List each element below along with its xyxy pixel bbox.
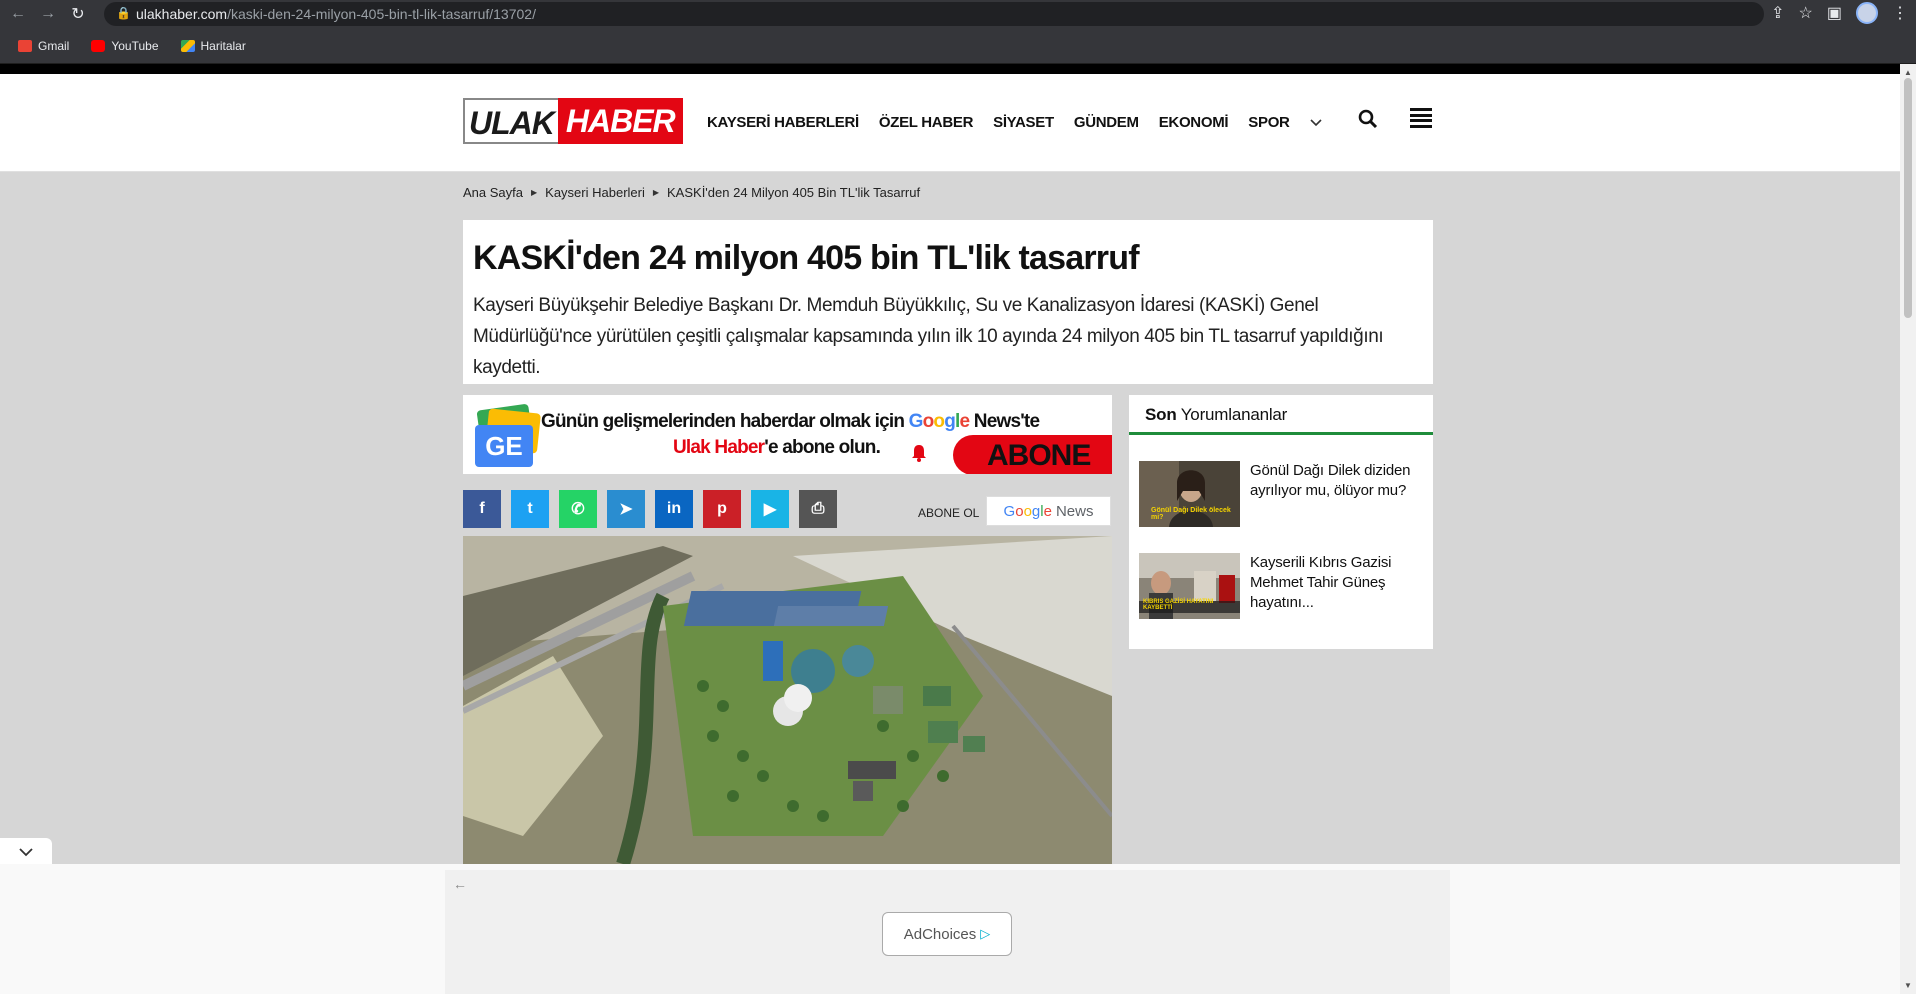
site-header: ULAK HABER KAYSERİ HABERLERİ ÖZEL HABER S… xyxy=(0,74,1900,172)
chevron-right-icon: ▶ xyxy=(652,188,660,197)
nav-kayseri-haberleri[interactable]: KAYSERİ HABERLERİ xyxy=(707,114,859,131)
page-scrollbar[interactable]: ▲ ▼ xyxy=(1900,64,1916,994)
abone-ol-button[interactable]: ABONE OL xyxy=(953,435,1112,474)
article-title: KASKİ'den 24 milyon 405 bin TL'lik tasar… xyxy=(473,239,1140,277)
main-nav: KAYSERİ HABERLERİ ÖZEL HABER SİYASET GÜN… xyxy=(707,114,1322,131)
breadcrumb: Ana Sayfa ▶ Kayseri Haberleri ▶ KASKİ'de… xyxy=(463,185,920,200)
google-word: Google xyxy=(1003,502,1052,520)
chevron-right-icon: ▶ xyxy=(531,188,538,197)
bell-icon xyxy=(909,443,929,463)
arrow-left-icon[interactable]: ← xyxy=(453,876,467,892)
sidebar-item[interactable]: Gönül Dağı Dilek ölecek mi? Gönül Dağı D… xyxy=(1139,461,1423,527)
bookmark-gmail[interactable]: Gmail xyxy=(10,35,77,57)
google-news-banner[interactable]: GE Günün gelişmelerinden haberdar olmak … xyxy=(463,395,1112,474)
hamburger-menu-icon[interactable] xyxy=(1410,108,1432,128)
abone-label: ABONE OL xyxy=(918,506,980,520)
site-logo[interactable]: ULAK HABER xyxy=(463,98,683,144)
banner-line1: Günün gelişmelerinden haberdar olmak içi… xyxy=(541,411,1040,432)
browser-toolbar: ← → ↻ 🔒 ulakhaber.com/kaski-den-24-milyo… xyxy=(0,0,1916,28)
lock-icon: 🔒 xyxy=(116,6,131,20)
reload-icon[interactable]: ↻ xyxy=(66,2,90,26)
ad-container: ← AdChoices ▷ xyxy=(445,870,1450,994)
profile-avatar[interactable] xyxy=(1856,2,1878,24)
nav-spor[interactable]: SPOR xyxy=(1248,114,1290,131)
gmail-icon xyxy=(18,39,32,52)
ad-collapse-toggle[interactable] xyxy=(0,838,52,866)
url-path: /kaski-den-24-milyon-405-bin-tl-lik-tasa… xyxy=(227,6,536,22)
sidebar-item-title[interactable]: Gönül Dağı Dilek diziden ayrılıyor mu, ö… xyxy=(1250,461,1423,527)
sidebar-recent-comments: Son Yorumlananlar Gönül Dağı Dilek ölece… xyxy=(1129,395,1433,649)
google-play-share-icon[interactable]: ▶ xyxy=(751,490,789,528)
print-share-icon[interactable]: ⎙ xyxy=(799,490,837,528)
banner-line2: Ulak Haber'e abone olun. xyxy=(673,437,881,458)
article-header: KASKİ'den 24 milyon 405 bin TL'lik tasar… xyxy=(463,220,1433,384)
bookmark-youtube[interactable]: YouTube xyxy=(83,35,166,57)
adchoices-icon: ▷ xyxy=(980,926,991,941)
sidebar-thumb[interactable]: Gönül Dağı Dilek ölecek mi? xyxy=(1139,461,1240,527)
sidebar-item[interactable]: KIBRIS GAZİSİ HAYATINI KAYBETTİ Kayseril… xyxy=(1139,553,1423,619)
google-word: Google xyxy=(908,411,970,432)
linkedin-share-icon[interactable]: in xyxy=(655,490,693,528)
google-news-follow-button[interactable]: Google News xyxy=(986,496,1111,526)
nav-ozel-haber[interactable]: ÖZEL HABER xyxy=(879,114,974,131)
telegram-share-icon[interactable]: ➤ xyxy=(607,490,645,528)
sidebar-title: Son Yorumlananlar xyxy=(1129,395,1433,435)
scroll-up-icon[interactable]: ▲ xyxy=(1904,68,1912,77)
share-buttons: f t ✆ ➤ in p ▶ ⎙ xyxy=(463,490,837,528)
browser-menu-icon[interactable]: ⋮ xyxy=(1892,3,1908,23)
nav-ekonomi[interactable]: EKONOMİ xyxy=(1159,114,1229,131)
bottom-ad-bar: ← AdChoices ▷ xyxy=(0,864,1900,994)
search-icon[interactable] xyxy=(1357,108,1379,130)
whatsapp-share-icon[interactable]: ✆ xyxy=(559,490,597,528)
side-panel-icon[interactable]: ▣ xyxy=(1827,3,1842,23)
sidebar-item-title[interactable]: Kayserili Kıbrıs Gazisi Mehmet Tahir Gün… xyxy=(1250,553,1423,619)
pinterest-share-icon[interactable]: p xyxy=(703,490,741,528)
page-top-bar xyxy=(0,64,1900,74)
nav-siyaset[interactable]: SİYASET xyxy=(993,114,1054,131)
adchoices-button[interactable]: AdChoices ▷ xyxy=(882,912,1012,956)
share-page-icon[interactable]: ⇪ xyxy=(1771,3,1784,23)
facebook-share-icon[interactable]: f xyxy=(463,490,501,528)
url-domain: ulakhaber.com xyxy=(136,6,228,22)
google-news-icon: GE xyxy=(469,403,541,467)
sidebar-thumb[interactable]: KIBRIS GAZİSİ HAYATINI KAYBETTİ xyxy=(1139,553,1240,619)
breadcrumb-home[interactable]: Ana Sayfa xyxy=(463,185,523,200)
twitter-share-icon[interactable]: t xyxy=(511,490,549,528)
maps-icon xyxy=(180,39,195,52)
article-lead: Kayseri Büyükşehir Belediye Başkanı Dr. … xyxy=(473,295,1384,378)
breadcrumb-category[interactable]: Kayseri Haberleri xyxy=(545,185,645,200)
scroll-down-icon[interactable]: ▼ xyxy=(1904,981,1912,990)
chevron-down-icon[interactable] xyxy=(1310,116,1322,130)
bookmark-maps[interactable]: Haritalar xyxy=(173,35,254,57)
bookmark-star-icon[interactable]: ☆ xyxy=(1799,3,1813,23)
back-icon[interactable]: ← xyxy=(6,2,30,26)
bookmarks-bar: Gmail YouTube Haritalar xyxy=(0,28,1916,64)
article-hero-image xyxy=(463,536,1112,864)
forward-icon[interactable]: → xyxy=(36,2,60,26)
youtube-icon xyxy=(91,39,106,52)
nav-gundem[interactable]: GÜNDEM xyxy=(1074,114,1139,131)
scrollbar-thumb[interactable] xyxy=(1904,78,1912,318)
breadcrumb-current: KASKİ'den 24 Milyon 405 Bin TL'lik Tasar… xyxy=(667,185,921,200)
address-bar[interactable]: 🔒 ulakhaber.com/kaski-den-24-milyon-405-… xyxy=(104,2,1764,26)
